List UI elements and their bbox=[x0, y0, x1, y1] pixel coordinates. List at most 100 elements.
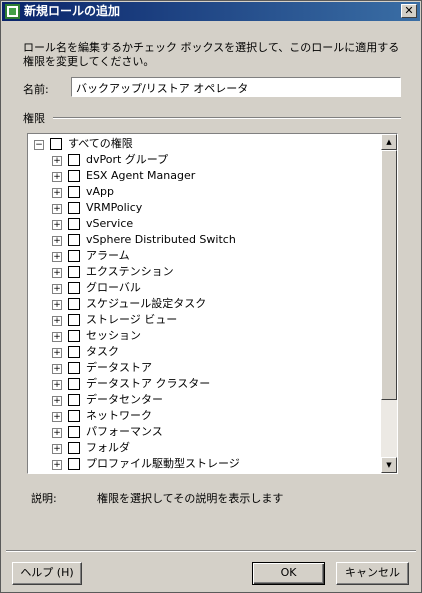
privilege-label: グローバル bbox=[86, 281, 141, 294]
description-text: 権限を選択してその説明を表示します bbox=[97, 492, 284, 505]
privilege-label: データセンター bbox=[86, 393, 163, 406]
tree-item[interactable]: + データセンター bbox=[28, 392, 380, 408]
tree-item[interactable]: + VRMPolicy bbox=[28, 200, 380, 216]
privilege-checkbox[interactable] bbox=[68, 426, 80, 438]
expand-icon[interactable]: + bbox=[52, 204, 62, 214]
expand-icon[interactable]: + bbox=[52, 172, 62, 182]
tree-item[interactable]: + スケジュール設定タスク bbox=[28, 296, 380, 312]
tree-item[interactable]: +ホスト bbox=[28, 472, 380, 473]
tree-item[interactable]: + エクステンション bbox=[28, 264, 380, 280]
privilege-checkbox[interactable] bbox=[68, 202, 80, 214]
collapse-icon[interactable]: − bbox=[34, 140, 44, 150]
vsphere-app-icon bbox=[5, 4, 20, 19]
privileges-label: 権限 bbox=[23, 112, 45, 125]
arrow-up-icon: ▲ bbox=[386, 138, 392, 146]
privilege-checkbox[interactable] bbox=[68, 458, 80, 470]
name-label: 名前: bbox=[23, 83, 49, 96]
privilege-label: アラーム bbox=[86, 249, 130, 262]
scroll-up-button[interactable]: ▲ bbox=[381, 134, 397, 150]
privilege-label: セッション bbox=[86, 329, 141, 342]
privilege-checkbox[interactable] bbox=[68, 250, 80, 262]
privileges-tree[interactable]: − すべての権限 + dvPort グループ + ESX Agent Manager + vA… bbox=[27, 133, 398, 474]
privilege-label: スケジュール設定タスク bbox=[86, 297, 207, 310]
tree-item[interactable]: + データストア bbox=[28, 360, 380, 376]
add-role-dialog: 新規ロールの追加 ✕ ロール名を編集するかチェック ボックスを選択して、このロー… bbox=[0, 0, 422, 593]
expand-icon[interactable]: + bbox=[52, 300, 62, 310]
privilege-checkbox[interactable] bbox=[68, 154, 80, 166]
privilege-checkbox[interactable] bbox=[68, 282, 80, 294]
privilege-label: パフォーマンス bbox=[86, 425, 163, 438]
expand-icon[interactable]: + bbox=[52, 220, 62, 230]
privilege-checkbox[interactable] bbox=[68, 218, 80, 230]
expand-icon[interactable]: + bbox=[52, 364, 62, 374]
privilege-label: vApp bbox=[86, 185, 114, 198]
privilege-checkbox[interactable] bbox=[68, 186, 80, 198]
expand-icon[interactable]: + bbox=[52, 156, 62, 166]
privilege-label: vSphere Distributed Switch bbox=[86, 233, 236, 246]
expand-icon[interactable]: + bbox=[52, 428, 62, 438]
tree-item[interactable]: + ESX Agent Manager bbox=[28, 168, 380, 184]
expand-icon[interactable]: + bbox=[52, 316, 62, 326]
privilege-checkbox[interactable] bbox=[68, 394, 80, 406]
privilege-checkbox[interactable] bbox=[68, 266, 80, 278]
privilege-label: タスク bbox=[86, 345, 119, 358]
expand-icon[interactable]: + bbox=[52, 268, 62, 278]
tree-item[interactable]: + タスク bbox=[28, 344, 380, 360]
vertical-scrollbar[interactable]: ▲ ▼ bbox=[381, 134, 397, 473]
tree-item[interactable]: + vService bbox=[28, 216, 380, 232]
expand-icon[interactable]: + bbox=[52, 284, 62, 294]
tree-root-all-privileges[interactable]: − すべての権限 bbox=[28, 136, 380, 152]
tree-item[interactable]: + プロファイル駆動型ストレージ bbox=[28, 456, 380, 472]
privilege-checkbox[interactable] bbox=[68, 346, 80, 358]
privilege-label: フォルダ bbox=[86, 441, 130, 454]
tree-item[interactable]: + ストレージ ビュー bbox=[28, 312, 380, 328]
privilege-checkbox[interactable] bbox=[68, 170, 80, 182]
tree-item[interactable]: + データストア クラスター bbox=[28, 376, 380, 392]
tree-item[interactable]: + dvPort グループ bbox=[28, 152, 380, 168]
privilege-checkbox[interactable] bbox=[68, 362, 80, 374]
title-bar[interactable]: 新規ロールの追加 ✕ bbox=[2, 2, 420, 21]
privilege-label: データストア bbox=[86, 361, 152, 374]
privilege-label: ESX Agent Manager bbox=[86, 169, 196, 182]
privilege-checkbox[interactable] bbox=[50, 138, 62, 150]
expand-icon[interactable]: + bbox=[52, 252, 62, 262]
ok-button[interactable]: OK bbox=[252, 562, 325, 585]
close-icon: ✕ bbox=[404, 4, 414, 17]
expand-icon[interactable]: + bbox=[52, 332, 62, 342]
scroll-down-button[interactable]: ▼ bbox=[381, 457, 397, 473]
expand-icon[interactable]: + bbox=[52, 460, 62, 470]
dialog-title: 新規ロールの追加 bbox=[24, 4, 121, 18]
instruction-text: ロール名を編集するかチェック ボックスを選択して、このロールに適用する権限を変更… bbox=[23, 41, 400, 68]
tree-item[interactable]: + フォルダ bbox=[28, 440, 380, 456]
privilege-checkbox[interactable] bbox=[68, 234, 80, 246]
privilege-checkbox[interactable] bbox=[68, 330, 80, 342]
scrollbar-thumb[interactable] bbox=[381, 150, 397, 400]
tree-item[interactable]: + セッション bbox=[28, 328, 380, 344]
tree-item[interactable]: + vSphere Distributed Switch bbox=[28, 232, 380, 248]
privilege-label: dvPort グループ bbox=[86, 153, 169, 166]
tree-item[interactable]: + vApp bbox=[28, 184, 380, 200]
privilege-checkbox[interactable] bbox=[68, 378, 80, 390]
expand-icon[interactable]: + bbox=[52, 396, 62, 406]
tree-item[interactable]: + アラーム bbox=[28, 248, 380, 264]
tree-item[interactable]: + ネットワーク bbox=[28, 408, 380, 424]
privilege-checkbox[interactable] bbox=[68, 410, 80, 422]
cancel-button[interactable]: キャンセル bbox=[336, 562, 409, 585]
footer-divider bbox=[6, 550, 416, 552]
expand-icon[interactable]: + bbox=[52, 444, 62, 454]
expand-icon[interactable]: + bbox=[52, 188, 62, 198]
expand-icon[interactable]: + bbox=[52, 348, 62, 358]
privilege-label: VRMPolicy bbox=[86, 201, 143, 214]
role-name-input[interactable]: バックアップ/リストア オペレータ bbox=[71, 77, 401, 97]
privilege-checkbox[interactable] bbox=[68, 314, 80, 326]
help-button[interactable]: ヘルプ (H) bbox=[12, 562, 82, 585]
privilege-checkbox[interactable] bbox=[68, 442, 80, 454]
description-label: 説明: bbox=[31, 492, 57, 505]
expand-icon[interactable]: + bbox=[52, 236, 62, 246]
expand-icon[interactable]: + bbox=[52, 380, 62, 390]
expand-icon[interactable]: + bbox=[52, 412, 62, 422]
tree-item[interactable]: + グローバル bbox=[28, 280, 380, 296]
close-button[interactable]: ✕ bbox=[401, 4, 417, 18]
privilege-checkbox[interactable] bbox=[68, 298, 80, 310]
tree-item[interactable]: + パフォーマンス bbox=[28, 424, 380, 440]
